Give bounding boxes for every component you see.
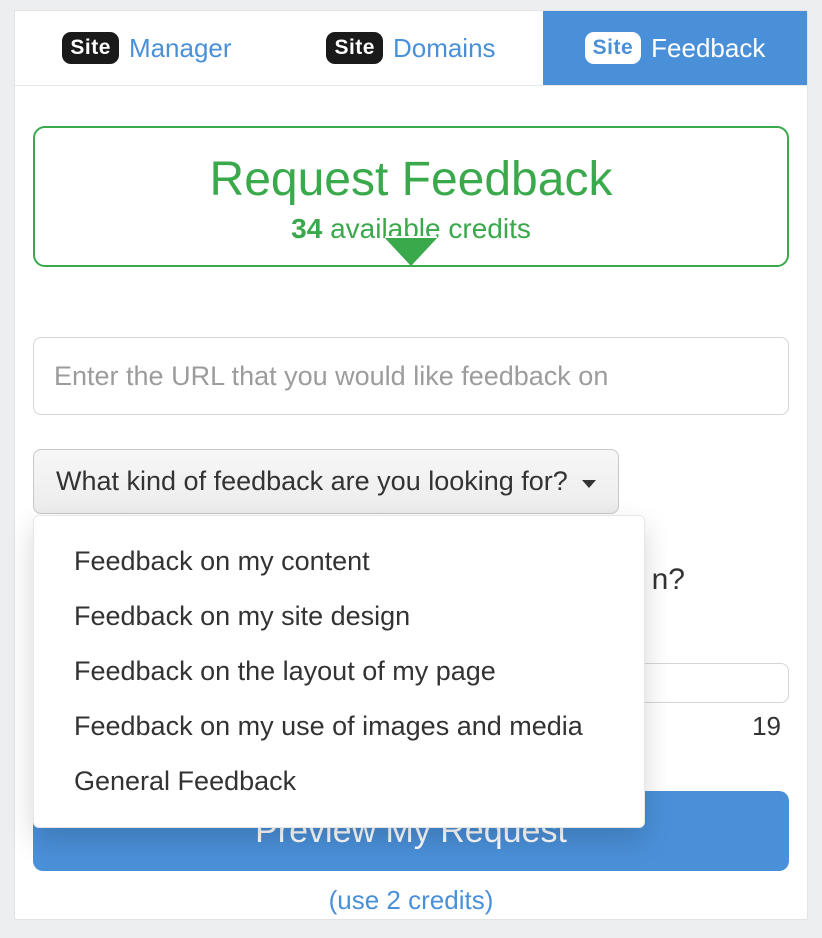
tab-domains-label: Domains (393, 33, 496, 64)
dropdown-item[interactable]: Feedback on my use of images and media (34, 699, 644, 754)
tab-domains[interactable]: Site Domains (279, 11, 543, 85)
site-badge-icon: Site (585, 32, 642, 64)
main-tabs: Site Manager Site Domains Site Feedback (15, 11, 807, 86)
dropdown-item[interactable]: General Feedback (34, 754, 644, 809)
request-feedback-panel: Request Feedback 34 available credits (33, 126, 789, 267)
dropdown-item[interactable]: Feedback on the layout of my page (34, 644, 644, 699)
credits-count: 34 (291, 213, 322, 244)
feedback-kind-label: What kind of feedback are you looking fo… (56, 466, 568, 497)
panel-arrow-icon (383, 236, 439, 266)
feedback-url-input[interactable] (33, 337, 789, 415)
feedback-kind-dropdown: What kind of feedback are you looking fo… (33, 449, 619, 514)
tab-feedback[interactable]: Site Feedback (543, 11, 807, 85)
tab-manager[interactable]: Site Manager (15, 11, 279, 85)
request-feedback-title: Request Feedback (55, 152, 767, 207)
tab-manager-label: Manager (129, 33, 232, 64)
caret-down-icon (582, 480, 596, 488)
feedback-kind-toggle[interactable]: What kind of feedback are you looking fo… (33, 449, 619, 514)
use-credits-link[interactable]: (use 2 credits) (329, 885, 494, 916)
feedback-kind-menu: Feedback on my content Feedback on my si… (33, 515, 645, 828)
site-badge-icon: Site (62, 32, 119, 64)
site-badge-icon: Site (326, 32, 383, 64)
dropdown-item[interactable]: Feedback on my content (34, 534, 644, 589)
tab-feedback-label: Feedback (651, 33, 765, 64)
hidden-question-text: n? (652, 563, 685, 597)
char-count: 19 (752, 711, 781, 742)
dropdown-item[interactable]: Feedback on my site design (34, 589, 644, 644)
